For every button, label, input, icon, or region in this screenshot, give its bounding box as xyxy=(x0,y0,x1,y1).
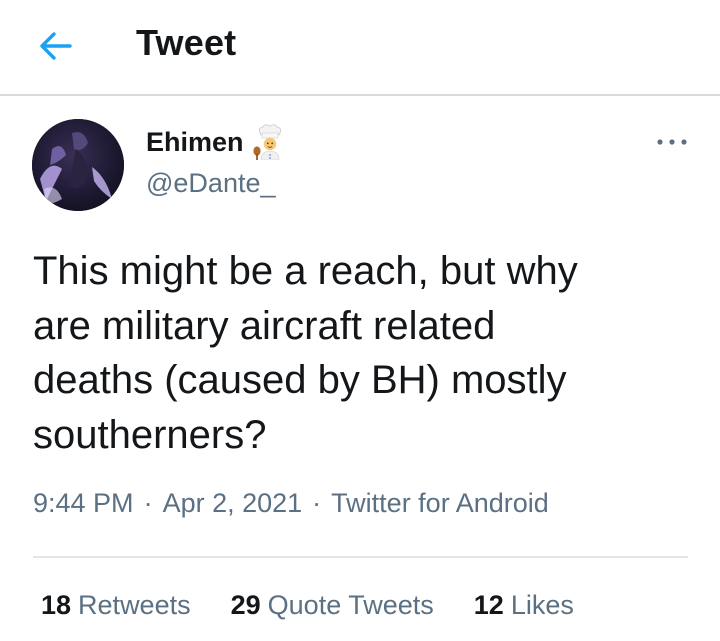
meta-separator: · xyxy=(143,488,153,518)
top-bar: Tweet xyxy=(0,0,720,96)
author-name-row[interactable]: Ehimen xyxy=(146,124,286,160)
meta-separator: · xyxy=(312,488,322,518)
tweet-time[interactable]: 9:44 PM xyxy=(33,488,134,518)
tweet-metadata: 9:44 PM · Apr 2, 2021 · Twitter for Android xyxy=(33,488,549,519)
likes-count: 12 xyxy=(473,590,504,620)
retweets-count: 18 xyxy=(41,590,72,620)
tweet-text: This might be a reach, but why are milit… xyxy=(33,249,578,457)
tweet-source[interactable]: Twitter for Android xyxy=(331,488,549,518)
avatar-image xyxy=(32,119,124,211)
back-button[interactable] xyxy=(34,26,78,66)
arrow-left-icon xyxy=(40,32,72,60)
display-name: Ehimen xyxy=(146,126,244,157)
likes-label: Likes xyxy=(510,590,574,620)
avatar[interactable] xyxy=(32,119,124,211)
author-handle[interactable]: @eDante_ xyxy=(146,168,276,199)
quote-tweets-stat[interactable]: 29 Quote Tweets xyxy=(231,590,434,621)
quote-tweets-label: Quote Tweets xyxy=(267,590,434,620)
ellipsis-icon xyxy=(657,139,687,145)
tweet-date[interactable]: Apr 2, 2021 xyxy=(163,488,303,518)
cook-emoji-icon xyxy=(252,124,281,160)
quote-tweets-count: 29 xyxy=(230,590,261,620)
more-options-button[interactable] xyxy=(652,128,692,156)
retweets-label: Retweets xyxy=(78,590,191,620)
page-title: Tweet xyxy=(136,22,237,63)
retweets-stat[interactable]: 18 Retweets xyxy=(41,590,191,621)
likes-stat[interactable]: 12 Likes xyxy=(474,590,574,621)
divider xyxy=(33,556,688,558)
engagement-stats: 18 Retweets 29 Quote Tweets 12 Likes xyxy=(41,590,574,621)
